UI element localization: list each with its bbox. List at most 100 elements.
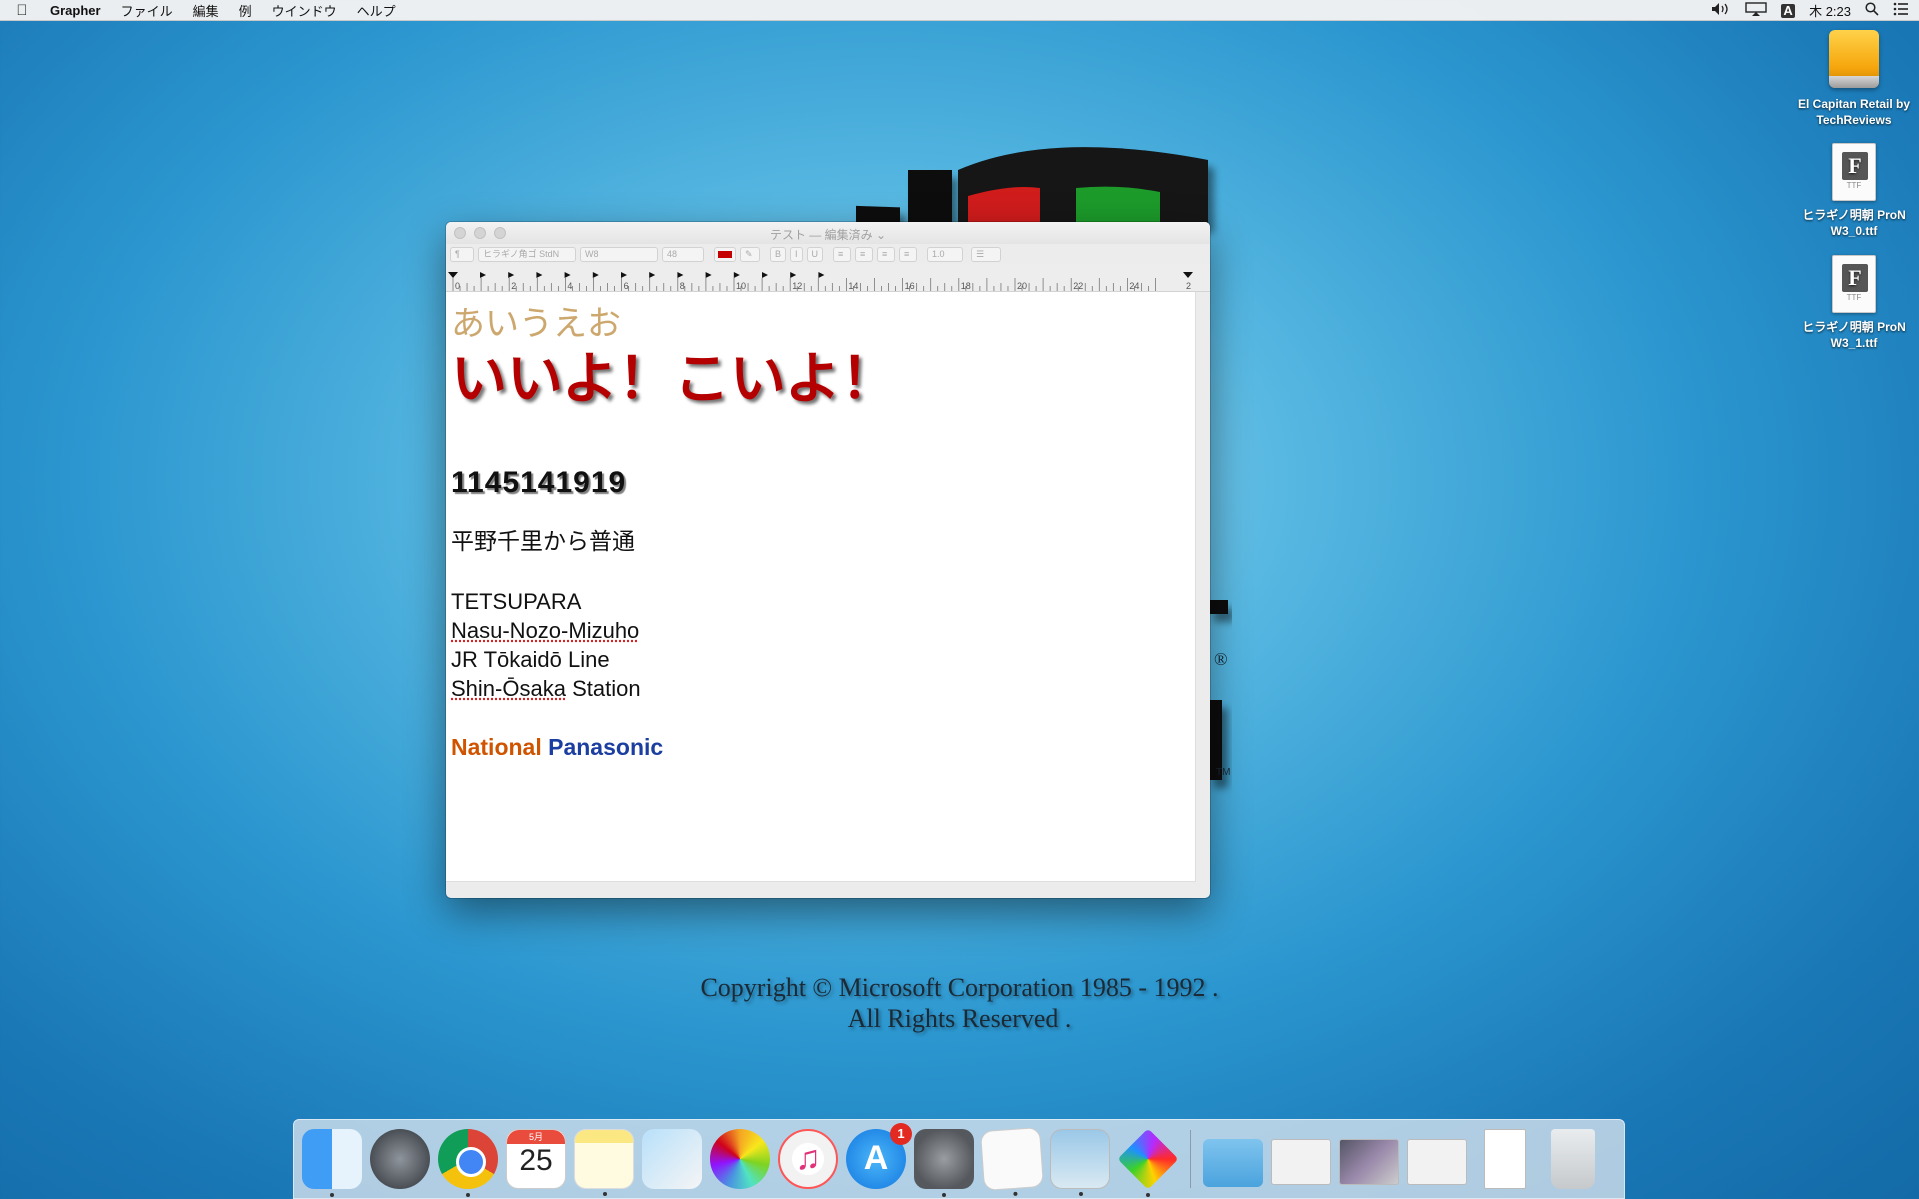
dock-launchpad-icon[interactable] [370, 1129, 430, 1189]
brand-national: National [451, 734, 542, 760]
tab-stop-marker [621, 272, 627, 278]
ruler-label: 16 [905, 281, 915, 291]
menu-help[interactable]: ヘルプ [347, 1, 406, 20]
ruler[interactable]: 0 2 4 6 8 10 12 14 16 18 20 22 24 2 [446, 264, 1210, 292]
right-indent-marker [1183, 272, 1193, 278]
align-justify-icon[interactable]: ≡ [899, 247, 917, 262]
tab-stop-marker [790, 272, 796, 278]
dock-separator [1190, 1130, 1191, 1188]
hard-drive-icon [1829, 30, 1879, 88]
font-file-icon: F TTF [1832, 143, 1876, 201]
paragraph-style-popup[interactable]: ¶ [450, 247, 474, 262]
text-color-well[interactable] [714, 247, 736, 262]
format-toolbar: ¶ ヒラギノ角ゴ StdN W8 48 ✎ B I U ≡ ≡ ≡ ≡ 1.0 … [446, 244, 1210, 264]
underline-button[interactable]: U [807, 247, 824, 262]
ruler-label: 2 [1186, 281, 1191, 291]
menu-examples[interactable]: 例 [229, 1, 262, 20]
highlight-color-icon[interactable]: ✎ [740, 247, 760, 262]
ruler-label: 2 [511, 281, 516, 291]
dock-chrome-icon[interactable] [438, 1129, 498, 1189]
dock-finder-icon[interactable] [302, 1129, 362, 1189]
ruler-label: 18 [961, 281, 971, 291]
bold-button[interactable]: B [770, 247, 786, 262]
window-title: テスト — 編集済み ⌄ [446, 226, 1210, 243]
doc-line-number: 1145141919 [451, 466, 626, 500]
dock-trash-icon[interactable] [1551, 1129, 1595, 1189]
desktop-icon-drive[interactable]: El Capitan Retail by TechReviews [1794, 30, 1914, 128]
tab-stop-marker [480, 272, 486, 278]
doc-line-jr-tokaido: JR Tōkaidō Line [451, 647, 610, 673]
spotlight-search-icon[interactable] [1865, 2, 1879, 19]
notification-center-icon[interactable] [1893, 2, 1909, 19]
ruler-scale: 0 2 4 6 8 10 12 14 16 18 20 22 24 2 [446, 264, 1210, 292]
tab-stop-marker [536, 272, 542, 278]
tab-stop-marker [508, 272, 514, 278]
apple-menu-icon[interactable]:  [0, 2, 44, 19]
dock-downloads-folder-icon[interactable] [1203, 1139, 1263, 1187]
menu-edit[interactable]: 編集 [183, 1, 229, 20]
doc-line-nasu-nozo-mizuho: Nasu-Nozo-Mizuho [451, 618, 639, 644]
misspelled-word: Shin-Ōsaka [451, 676, 566, 701]
align-left-icon[interactable]: ≡ [833, 247, 851, 262]
desktop-icon-label: ヒラギノ明朝 ProN W3_1.ttf [1794, 319, 1914, 351]
brand-panasonic: Panasonic [542, 734, 663, 760]
ruler-label: 22 [1073, 281, 1083, 291]
dock-app-store-icon[interactable]: A1 [846, 1129, 906, 1189]
menu-window[interactable]: ウインドウ [262, 1, 347, 20]
dock-calendar-icon[interactable]: 5月 25 [506, 1129, 566, 1189]
tab-stop-marker [818, 272, 824, 278]
tab-stop-marker [762, 272, 768, 278]
doc-line-brands: National Panasonic [451, 734, 663, 761]
list-bullets-popup[interactable]: ☰ [971, 247, 1001, 262]
copyright-line-2: All Rights Reserved . [0, 1004, 1919, 1034]
ruler-label: 12 [792, 281, 802, 291]
ruler-label: 24 [1129, 281, 1139, 291]
menu-app-grapher[interactable]: Grapher [44, 3, 111, 18]
volume-icon[interactable] [1711, 2, 1731, 19]
doc-line-tetsupara: TETSUPARA [451, 589, 581, 615]
registered-mark: ® [1214, 649, 1228, 670]
align-center-icon[interactable]: ≡ [855, 247, 873, 262]
font-file-icon: F TTF [1832, 255, 1876, 313]
desktop-icon-font-file-0[interactable]: F TTF ヒラギノ明朝 ProN W3_0.ttf [1794, 143, 1914, 239]
clock[interactable]: 木 2:23 [1809, 1, 1851, 20]
dock-preview-icon[interactable] [1050, 1129, 1110, 1189]
dock-screenshot-thumbnail-icon[interactable] [1407, 1139, 1467, 1185]
ruler-label: 0 [455, 281, 460, 291]
left-indent-marker [448, 272, 458, 278]
dock-photos-icon[interactable] [710, 1129, 770, 1189]
dock-slideshow-icon[interactable] [642, 1129, 702, 1189]
tab-stop-marker [706, 272, 712, 278]
italic-button[interactable]: I [790, 247, 803, 262]
dock-textedit-icon[interactable] [980, 1127, 1044, 1191]
dock-system-preferences-icon[interactable] [914, 1129, 974, 1189]
document-text-area[interactable]: あいうえお いいよ！こいよ！ 1145141919 平野千里から普通 TETSU… [446, 292, 1196, 882]
dock-itunes-icon[interactable]: ♫ [778, 1129, 838, 1189]
font-size-combo[interactable]: 48 [662, 247, 704, 262]
desktop-icon-label: ヒラギノ明朝 ProN W3_0.ttf [1794, 207, 1914, 239]
ruler-label: 4 [567, 281, 572, 291]
font-weight-popup[interactable]: W8 [580, 247, 658, 262]
dock-notes-icon[interactable] [574, 1129, 634, 1189]
input-source-indicator[interactable]: A [1781, 4, 1795, 18]
dock-document-icon[interactable] [1484, 1129, 1526, 1189]
menu-bar:  Grapher ファイル 編集 例 ウインドウ ヘルプ A 木 2:23 [0, 0, 1919, 21]
tab-stop-marker [734, 272, 740, 278]
dock-screenshot-thumbnail-icon[interactable] [1271, 1139, 1331, 1185]
window-titlebar[interactable]: テスト — 編集済み ⌄ [446, 222, 1210, 244]
desktop-icon-font-file-1[interactable]: F TTF ヒラギノ明朝 ProN W3_1.ttf [1794, 255, 1914, 351]
station-word: Station [566, 676, 641, 701]
tab-stop-marker [565, 272, 571, 278]
ruler-label: 10 [736, 281, 746, 291]
line-spacing-popup[interactable]: 1.0 [927, 247, 963, 262]
airplay-display-icon[interactable] [1745, 2, 1767, 19]
ruler-label: 8 [680, 281, 685, 291]
ruler-label: 6 [624, 281, 629, 291]
align-right-icon[interactable]: ≡ [877, 247, 895, 262]
font-family-popup[interactable]: ヒラギノ角ゴ StdN [478, 247, 576, 262]
dock-grapher-icon[interactable] [1118, 1129, 1178, 1189]
dock-screenshot-thumbnail-icon[interactable] [1339, 1139, 1399, 1185]
menu-file[interactable]: ファイル [111, 1, 183, 20]
dock: 5月 25 ♫ A1 [293, 1119, 1625, 1199]
tab-stop-marker [677, 272, 683, 278]
